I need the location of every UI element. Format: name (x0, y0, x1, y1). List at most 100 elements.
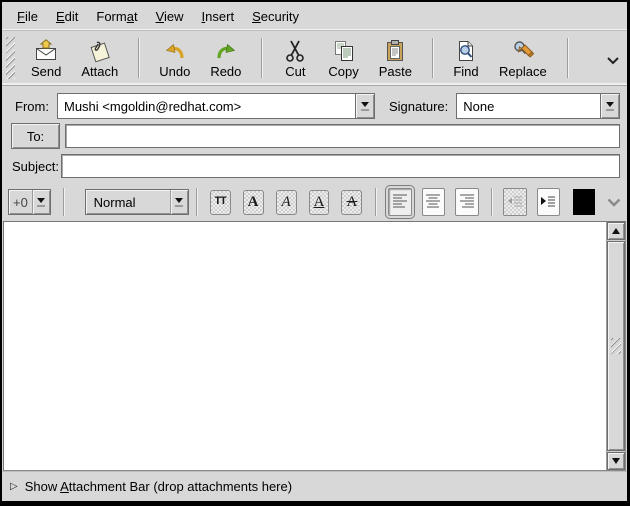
signature-label: Signature: (375, 99, 456, 114)
chevron-down-icon[interactable] (170, 190, 188, 214)
menu-security[interactable]: Security (243, 5, 308, 28)
composer-headers: From: Mushi <mgoldin@redhat.com> Signatu… (2, 86, 627, 183)
menu-view[interactable]: View (147, 5, 193, 28)
format-separator (63, 188, 64, 216)
align-right-button[interactable] (455, 188, 478, 216)
find-button[interactable]: Find (443, 35, 489, 82)
toolbar-button-label: Cut (285, 65, 305, 79)
chevron-down-icon[interactable] (600, 94, 619, 118)
chevron-down-icon[interactable] (355, 94, 374, 118)
strikethrough-toggle-button[interactable]: A (341, 190, 362, 215)
font-color-swatch-button[interactable] (573, 189, 595, 215)
format-toolbar: +0 Normal TT A A A A (2, 183, 627, 221)
send-button[interactable]: Send (21, 35, 71, 82)
menu-bar: File Edit Format View Insert Security (2, 2, 627, 31)
from-row: From: Mushi <mgoldin@redhat.com> Signatu… (2, 91, 620, 121)
unindent-icon (506, 192, 524, 213)
menu-format[interactable]: Format (87, 5, 146, 28)
chevron-down-icon[interactable] (32, 190, 50, 214)
signature-select[interactable]: None (456, 93, 620, 119)
from-label: From: (2, 99, 57, 114)
toolbar-button-label: Find (453, 65, 478, 79)
paragraph-style-select[interactable]: Normal (85, 189, 189, 215)
subject-row: Subject: (2, 151, 620, 181)
italic-toggle-button[interactable]: A (276, 190, 297, 215)
bold-toggle-button[interactable]: A (243, 190, 264, 215)
scroll-up-button[interactable] (607, 222, 625, 240)
from-select[interactable]: Mushi <mgoldin@redhat.com> (57, 93, 375, 119)
copy-button[interactable]: Copy (318, 35, 368, 82)
subject-label: Subject: (2, 159, 61, 174)
unindent-button (503, 188, 526, 216)
underline-toggle-button[interactable]: A (309, 190, 330, 215)
copy-icon (331, 38, 357, 64)
label-segment: dit (65, 9, 79, 24)
label-segment: a (127, 9, 134, 24)
redo-button[interactable]: Redo (200, 35, 251, 82)
undo-button[interactable]: Undo (149, 35, 200, 82)
message-body-text[interactable] (4, 222, 605, 470)
label-segment: ttachment Bar (drop attachments here) (69, 479, 292, 494)
attachment-bar-label: Show Attachment Bar (drop attachments he… (25, 479, 292, 494)
scrollbar-thumb[interactable] (607, 241, 625, 451)
attachment-bar-toggle[interactable]: ▷ Show Attachment Bar (drop attachments … (2, 471, 627, 501)
label-segment: nsert (205, 9, 234, 24)
toolbar-button-label: Send (31, 65, 61, 79)
paste-button[interactable]: Paste (369, 35, 422, 82)
paste-icon (382, 38, 408, 64)
align-left-icon (391, 192, 409, 213)
find-icon (453, 38, 479, 64)
toolbar-button-label: Redo (210, 65, 241, 79)
format-overflow-chevron[interactable] (607, 195, 621, 210)
triangle-down-icon (612, 458, 620, 464)
signature-value: None (457, 94, 600, 118)
toolbar-grip[interactable] (6, 37, 15, 79)
menu-edit[interactable]: Edit (47, 5, 87, 28)
format-separator (375, 188, 376, 216)
to-input[interactable] (65, 124, 620, 148)
scrollbar-grip (611, 338, 621, 354)
typewriter-toggle-button[interactable]: TT (210, 190, 231, 215)
label-segment: F (17, 9, 25, 24)
align-center-button[interactable] (422, 188, 445, 216)
toolbar-separator (261, 38, 262, 78)
toolbar-separator (138, 38, 139, 78)
cut-icon (282, 38, 308, 64)
cut-button[interactable]: Cut (272, 35, 318, 82)
editor-scrollbar[interactable] (606, 222, 625, 470)
message-body-editor[interactable] (3, 221, 626, 471)
indent-icon (539, 192, 557, 213)
toolbar-button-label: Undo (159, 65, 190, 79)
attach-icon (87, 38, 113, 64)
replace-icon (510, 38, 536, 64)
align-left-button[interactable] (388, 188, 411, 216)
menu-insert[interactable]: Insert (193, 5, 244, 28)
paragraph-style-value: Normal (86, 190, 170, 214)
expander-triangle-icon[interactable]: ▷ (10, 482, 18, 492)
label-segment: S (252, 9, 261, 24)
send-icon (33, 38, 59, 64)
font-size-value: +0 (9, 190, 32, 214)
undo-icon (162, 38, 188, 64)
label-segment: E (56, 9, 65, 24)
toolbar-button-label: Attach (81, 65, 118, 79)
toolbar-overflow-chevron[interactable] (607, 53, 619, 68)
subject-input[interactable] (61, 154, 620, 178)
label-segment: t (134, 9, 138, 24)
main-toolbar: Send Attach Undo (2, 31, 627, 86)
toolbar-button-label: Copy (328, 65, 358, 79)
attach-button[interactable]: Attach (71, 35, 128, 82)
to-button[interactable]: To: (11, 123, 60, 149)
label-segment: V (156, 9, 164, 24)
label-segment: Show (25, 479, 60, 494)
from-value: Mushi <mgoldin@redhat.com> (58, 94, 355, 118)
menu-file[interactable]: File (8, 5, 47, 28)
align-center-icon (424, 192, 442, 213)
replace-button[interactable]: Replace (489, 35, 557, 82)
toolbar-button-label: Replace (499, 65, 547, 79)
toolbar-separator (567, 38, 568, 78)
indent-button[interactable] (537, 188, 560, 216)
label-segment: Form (96, 9, 126, 24)
font-size-select[interactable]: +0 (8, 189, 51, 215)
scroll-down-button[interactable] (607, 452, 625, 470)
